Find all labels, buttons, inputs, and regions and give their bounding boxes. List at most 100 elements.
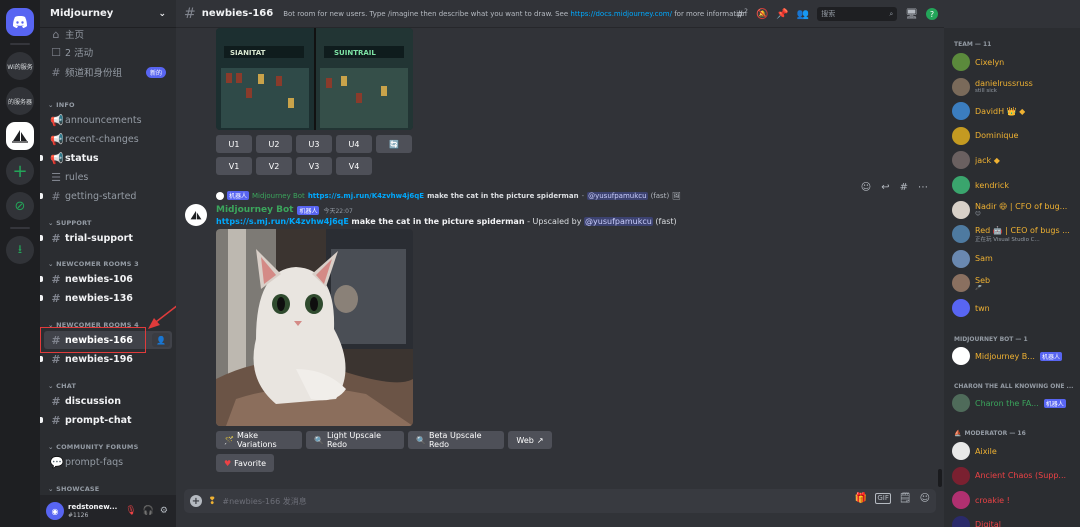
member-item[interactable]: Midjourney B... 机器人: [952, 346, 1078, 366]
grid-image[interactable]: SIANITAT SUINTRAIL: [216, 28, 413, 130]
members-icon[interactable]: 👥: [797, 9, 809, 20]
member-item[interactable]: twn: [952, 298, 1078, 318]
message-link[interactable]: https://s.mj.run/K4zvhw4j6qE: [216, 217, 349, 226]
channel-trial-support[interactable]: # trial-support: [44, 229, 172, 247]
category-newcomer-3[interactable]: ⌄ NEWCOMER ROOMS 3: [48, 260, 139, 268]
member-text: Sam: [975, 254, 993, 263]
light-upscale-redo-button[interactable]: 🔍 Light Upscale Redo: [306, 431, 404, 449]
search-input[interactable]: 搜索 ⌕: [817, 7, 898, 21]
reroll-icon[interactable]: 🔄: [376, 135, 412, 153]
favorite-button[interactable]: ♥ Favorite: [216, 454, 274, 472]
avatar[interactable]: ◉: [46, 502, 64, 520]
server-icon[interactable]: Wi的服务: [6, 52, 34, 80]
web-button[interactable]: Web ↗: [508, 431, 552, 449]
emoji-icon[interactable]: ☺: [920, 493, 930, 504]
member-name: Dominique: [975, 131, 1019, 141]
channel-label: prompt-chat: [65, 414, 132, 426]
member-item[interactable]: kendrick: [952, 175, 1078, 195]
member-item[interactable]: croakie !: [952, 490, 1078, 510]
upscaled-image[interactable]: [216, 229, 413, 426]
headphones-icon[interactable]: 🎧: [143, 506, 154, 516]
thread-icon[interactable]: #: [900, 182, 908, 193]
image-sign-text: SUINTRAIL: [334, 49, 376, 57]
member-item[interactable]: Seb 🎤: [952, 273, 1078, 293]
v2-button[interactable]: V2: [256, 157, 292, 175]
sticker-icon[interactable]: 🗒: [899, 493, 912, 504]
message-author[interactable]: Midjourney Bot: [216, 205, 293, 215]
mute-bell-icon[interactable]: 🔕: [756, 9, 768, 20]
sidebar-item-activity[interactable]: ☐ 2 活动: [44, 43, 172, 61]
channel-status[interactable]: 📢 status: [44, 149, 172, 167]
pin-icon[interactable]: 📌: [776, 9, 788, 20]
member-item[interactable]: Nadir 😄 | CFO of bug... 😊: [952, 200, 1078, 220]
sidebar-item-label: 主页: [65, 30, 85, 41]
scrollbar[interactable]: [938, 469, 942, 487]
u1-button[interactable]: U1: [216, 135, 252, 153]
channel-prompt-faqs[interactable]: 💬 prompt-faqs: [44, 453, 172, 471]
add-attachment-icon[interactable]: +: [190, 495, 202, 507]
v3-button[interactable]: V3: [296, 157, 332, 175]
channel-announcements[interactable]: 📢 announcements: [44, 111, 172, 129]
beta-upscale-redo-button[interactable]: 🔍 Beta Upscale Redo: [408, 431, 504, 449]
guild-header[interactable]: Midjourney ⌄: [40, 0, 176, 28]
category-support[interactable]: ⌄ SUPPORT: [48, 219, 92, 227]
gift-icon[interactable]: 🎁: [855, 493, 867, 504]
inbox-icon[interactable]: 🖥: [905, 9, 918, 20]
member-item[interactable]: danielrussruss still sick: [952, 77, 1078, 97]
topic-link[interactable]: https://docs.midjourney.com/: [570, 10, 672, 18]
member-item[interactable]: Digital: [952, 515, 1078, 527]
category-community-forums[interactable]: ⌄ COMMUNITY FORUMS: [48, 443, 138, 451]
member-item[interactable]: Red 🤖 | CEO of bugs ... 正在玩 Visual Studio…: [952, 224, 1078, 244]
gear-icon[interactable]: ⚙: [160, 506, 168, 516]
u2-button[interactable]: U2: [256, 135, 292, 153]
threads-icon[interactable]: #2: [736, 8, 748, 20]
member-name: Seb: [975, 275, 991, 285]
add-reaction-icon[interactable]: ☺: [861, 182, 871, 193]
gif-icon[interactable]: GIF: [875, 493, 891, 504]
add-server-icon[interactable]: +: [6, 157, 34, 185]
message-composer[interactable]: + ❢ #newbies-166 发消息 🎁 GIF 🗒 ☺: [184, 489, 936, 513]
avatar[interactable]: [185, 204, 207, 226]
channel-prompt-chat[interactable]: # prompt-chat: [44, 411, 172, 429]
mic-muted-icon[interactable]: 🎙: [125, 506, 136, 516]
channel-recent-changes[interactable]: 📢 recent-changes: [44, 130, 172, 148]
explore-icon[interactable]: ⊘: [6, 192, 34, 220]
sidebar-item-channels-roles[interactable]: # 频道和身份组 新的: [44, 63, 172, 81]
server-icon[interactable]: 的服务器: [6, 87, 34, 115]
message-text: - Upscaled by: [524, 217, 585, 226]
channel-discussion[interactable]: # discussion: [44, 392, 172, 410]
sidebar-item-home[interactable]: ⌂ 主页: [44, 25, 172, 43]
invite-icon[interactable]: 👤: [152, 333, 170, 347]
member-item[interactable]: Sam: [952, 249, 1078, 269]
member-text: Cixelyn: [975, 58, 1004, 67]
category-info[interactable]: ⌄ INFO: [48, 101, 75, 109]
member-item[interactable]: jack ◆: [952, 150, 1078, 170]
mention[interactable]: @yusufpamukcu: [587, 191, 648, 200]
reply-speed: (fast): [650, 191, 670, 200]
mention[interactable]: @yusufpamukcu: [584, 217, 653, 226]
member-item[interactable]: Ancient Chaos (Supp...: [952, 466, 1078, 486]
reply-icon[interactable]: ↩: [881, 182, 889, 193]
member-item[interactable]: Dominique: [952, 126, 1078, 146]
reply-preview[interactable]: 机器人 Midjourney Bot https://s.mj.run/K4zv…: [216, 191, 681, 200]
member-name: twn: [975, 303, 990, 313]
category-chat[interactable]: ⌄ CHAT: [48, 382, 76, 390]
v1-button[interactable]: V1: [216, 157, 252, 175]
make-variations-button[interactable]: 🪄 Make Variations: [216, 431, 302, 449]
member-item[interactable]: Aixile: [952, 441, 1078, 461]
channel-rules[interactable]: ☰ rules: [44, 168, 172, 186]
download-icon[interactable]: ⭳: [6, 236, 34, 264]
midjourney-server-icon[interactable]: [6, 122, 34, 150]
more-icon[interactable]: ⋯: [918, 182, 928, 193]
discord-home-icon[interactable]: [6, 8, 34, 36]
help-icon[interactable]: ?: [926, 8, 938, 20]
channel-getting-started[interactable]: # getting-started: [44, 187, 172, 205]
member-item[interactable]: DavidH 👑 ◆: [952, 101, 1078, 121]
u3-button[interactable]: U3: [296, 135, 332, 153]
v4-button[interactable]: V4: [336, 157, 372, 175]
u4-button[interactable]: U4: [336, 135, 372, 153]
reply-link[interactable]: https://s.mj.run/K4zvhw4j6qE: [308, 192, 424, 200]
category-showcase[interactable]: ⌄ SHOWCASE: [48, 485, 99, 493]
member-item[interactable]: Charon the FA... 机器人: [952, 393, 1078, 413]
member-item[interactable]: Cixelyn: [952, 52, 1078, 72]
